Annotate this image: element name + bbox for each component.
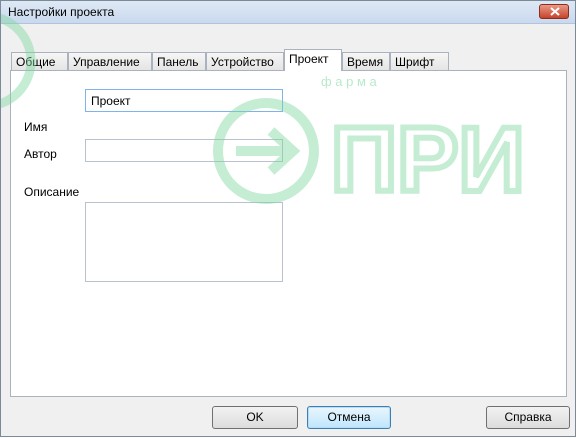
tab-panel[interactable]: Панель <box>152 52 206 70</box>
tab-project[interactable]: Проект <box>284 49 342 71</box>
name-field[interactable] <box>85 89 283 112</box>
author-field[interactable] <box>85 139 283 162</box>
close-icon <box>550 7 560 16</box>
close-button[interactable] <box>539 4 569 19</box>
tab-general[interactable]: Общие <box>11 52 68 70</box>
tab-time[interactable]: Время <box>342 52 390 70</box>
tab-font[interactable]: Шрифт <box>390 52 449 70</box>
tab-device[interactable]: Устройство <box>206 52 284 70</box>
project-settings-dialog: Настройки проекта Общие Управление Панел… <box>0 0 576 437</box>
description-label: Описание <box>24 185 80 199</box>
author-label: Автор <box>24 147 57 161</box>
ok-button[interactable]: OK <box>212 406 298 429</box>
window-title: Настройки проекта <box>8 5 115 19</box>
description-field[interactable] <box>85 202 283 282</box>
project-tab-panel: Имя Автор Описание <box>10 70 567 397</box>
name-label: Имя <box>24 120 48 134</box>
help-button[interactable]: Справка <box>486 406 570 429</box>
tab-control[interactable]: Управление <box>68 52 152 70</box>
title-bar[interactable]: Настройки проекта <box>1 1 575 24</box>
cancel-button[interactable]: Отмена <box>307 406 391 429</box>
